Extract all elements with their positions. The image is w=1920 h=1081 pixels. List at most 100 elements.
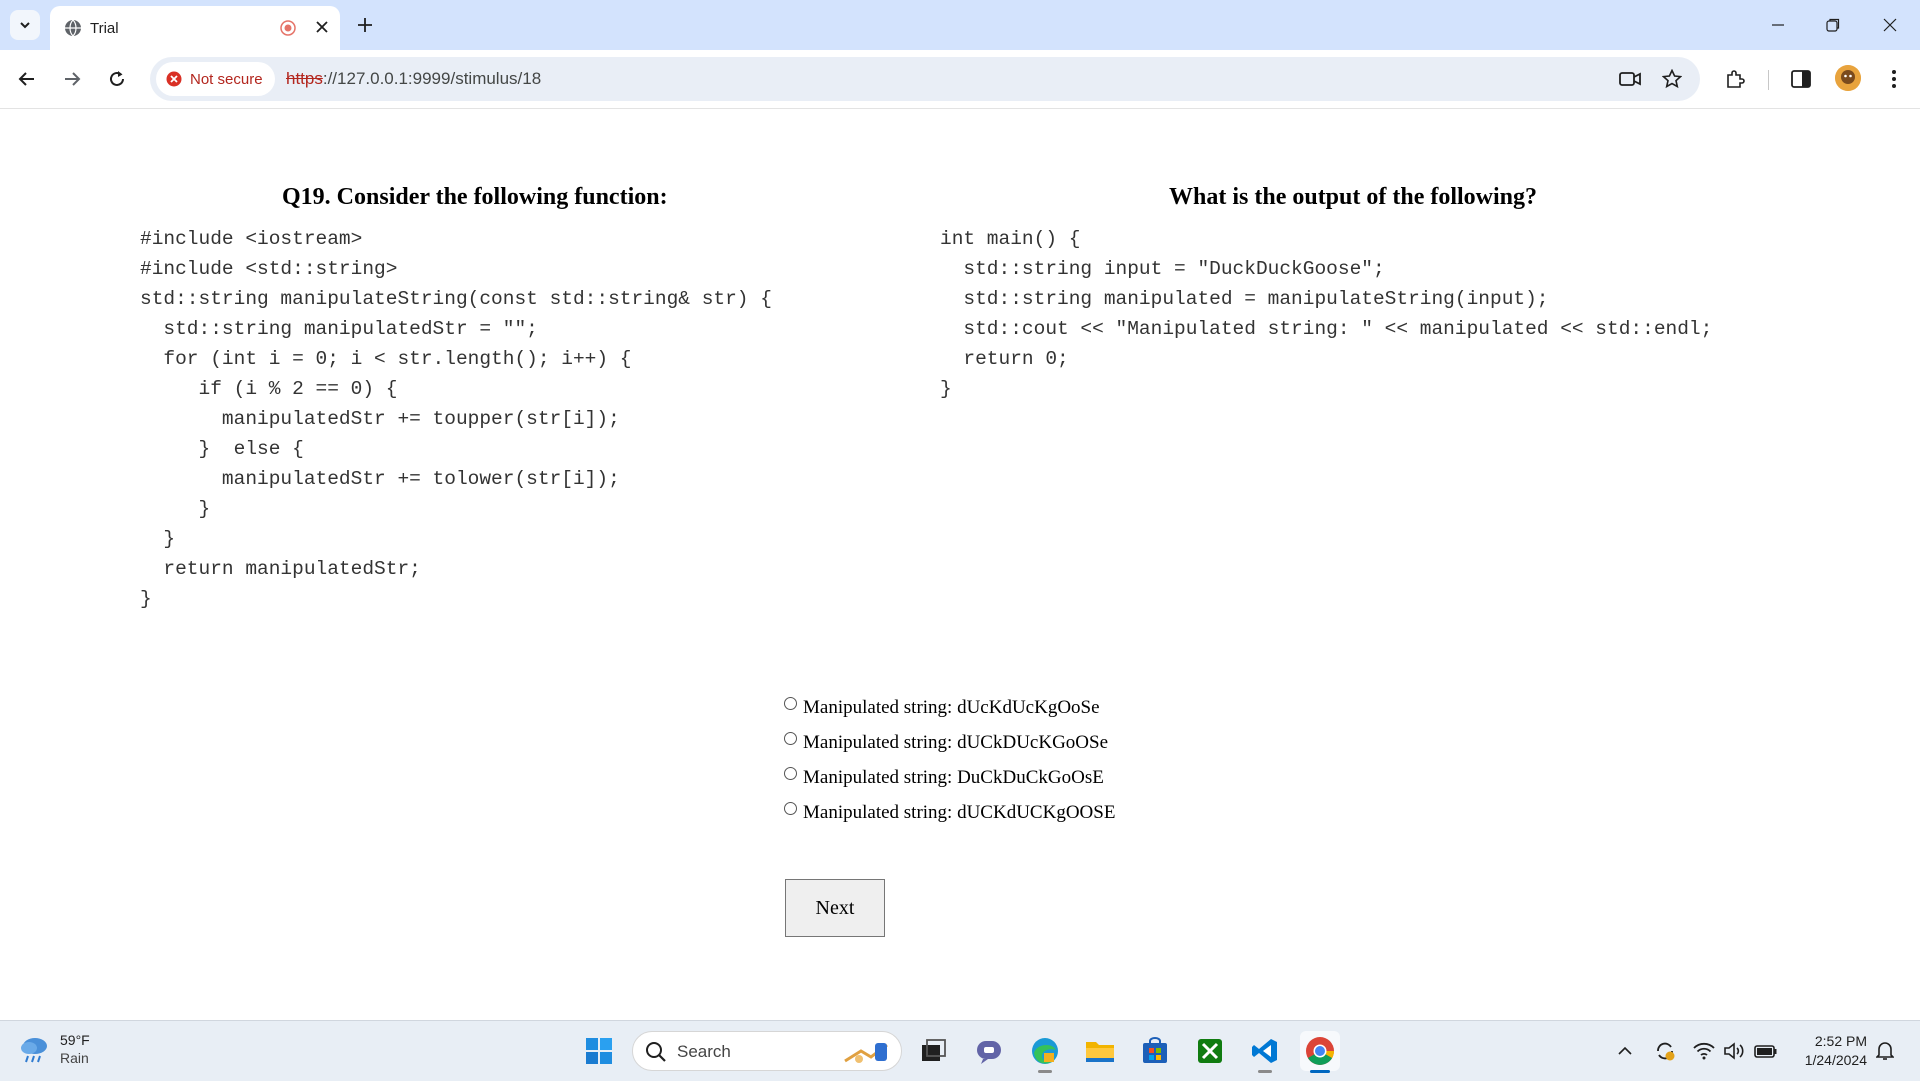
code-line: manipulatedStr += tolower(str[i]); bbox=[140, 468, 620, 490]
close-tab-button[interactable] bbox=[312, 17, 332, 37]
code-line: if (i % 2 == 0) { bbox=[140, 378, 398, 400]
option-label: Manipulated string: dUCkDUcKGoOSe bbox=[803, 731, 1109, 753]
file-explorer-button[interactable] bbox=[1080, 1031, 1120, 1071]
radio-button[interactable] bbox=[784, 802, 797, 815]
task-view-icon bbox=[922, 1039, 946, 1061]
code-line: return 0; bbox=[940, 348, 1069, 370]
store-button[interactable] bbox=[1135, 1031, 1175, 1071]
camera-icon bbox=[1619, 72, 1641, 86]
chevron-up-icon bbox=[1618, 1046, 1632, 1055]
avatar-icon bbox=[1835, 65, 1861, 91]
weather-widget[interactable]: 59°F Rain bbox=[18, 1031, 90, 1067]
show-hidden-icons-button[interactable] bbox=[1613, 1039, 1637, 1063]
chrome-button[interactable] bbox=[1300, 1031, 1340, 1073]
sync-status-button[interactable] bbox=[1653, 1039, 1677, 1063]
answer-option[interactable]: Manipulated string: dUCKdUCKgOOSE bbox=[784, 795, 1115, 830]
code-line: } bbox=[140, 588, 152, 610]
security-label: Not secure bbox=[190, 70, 263, 88]
clock-date: 1/24/2024 bbox=[1804, 1052, 1867, 1068]
vscode-icon bbox=[1252, 1039, 1277, 1063]
start-button[interactable] bbox=[579, 1031, 619, 1071]
plus-icon bbox=[358, 18, 372, 32]
tab-strip: Trial bbox=[0, 0, 1920, 50]
code-line: std::string input = "DuckDuckGoose"; bbox=[940, 258, 1385, 280]
side-panel-button[interactable] bbox=[1786, 64, 1816, 94]
answer-option[interactable]: Manipulated string: dUCkDUcKGoOSe bbox=[784, 725, 1115, 760]
browser-tab[interactable]: Trial bbox=[50, 6, 340, 50]
star-icon bbox=[1662, 69, 1682, 89]
minimize-button[interactable] bbox=[1763, 10, 1793, 40]
code-line: } bbox=[140, 498, 211, 520]
battery-button[interactable] bbox=[1754, 1039, 1778, 1063]
active-indicator bbox=[1310, 1070, 1330, 1073]
reload-button[interactable] bbox=[102, 64, 132, 94]
store-icon bbox=[1143, 1037, 1167, 1063]
network-button[interactable] bbox=[1692, 1039, 1716, 1063]
arrow-left-icon bbox=[18, 72, 34, 86]
security-chip[interactable]: Not secure bbox=[156, 62, 275, 96]
system-clock[interactable]: 2:52 PM 1/24/2024 bbox=[1795, 1032, 1867, 1070]
answer-option[interactable]: Manipulated string: dUcKdUcKgOoSe bbox=[784, 690, 1115, 725]
speaker-icon bbox=[1724, 1042, 1744, 1060]
task-view-button[interactable] bbox=[914, 1031, 954, 1071]
teams-chat-button[interactable] bbox=[969, 1031, 1009, 1071]
option-label: Manipulated string: dUCKdUCKgOOSE bbox=[803, 801, 1116, 823]
new-tab-button[interactable] bbox=[352, 12, 378, 38]
profile-avatar[interactable] bbox=[1835, 65, 1861, 91]
arrow-right-icon bbox=[65, 72, 81, 86]
restore-button[interactable] bbox=[1818, 10, 1848, 40]
weather-temperature: 59°F bbox=[60, 1032, 90, 1048]
camera-button[interactable] bbox=[1618, 67, 1642, 91]
xbox-button[interactable] bbox=[1190, 1031, 1230, 1071]
radio-button[interactable] bbox=[784, 732, 797, 745]
forward-button[interactable] bbox=[57, 64, 87, 94]
extensions-button[interactable] bbox=[1720, 64, 1750, 94]
answer-option[interactable]: Manipulated string: DuCkDuCkGoOsE bbox=[784, 760, 1115, 795]
search-highlight-icon bbox=[844, 1043, 888, 1063]
bell-icon bbox=[1876, 1042, 1894, 1060]
recording-icon bbox=[280, 20, 296, 36]
url-path: ://127.0.0.1:9999/stimulus/18 bbox=[322, 69, 542, 88]
weather-condition: Rain bbox=[60, 1050, 89, 1066]
edge-button[interactable] bbox=[1025, 1031, 1065, 1073]
taskbar-search[interactable]: Search bbox=[632, 1031, 902, 1071]
function-code-block: #include <iostream> #include <std::string… bbox=[140, 224, 772, 614]
edge-icon bbox=[1032, 1038, 1058, 1064]
option-label: Manipulated string: dUcKdUcKgOoSe bbox=[803, 696, 1100, 718]
close-icon bbox=[1883, 18, 1897, 32]
side-panel-icon bbox=[1791, 70, 1811, 88]
radio-button[interactable] bbox=[784, 767, 797, 780]
battery-icon bbox=[1754, 1045, 1777, 1058]
chevron-down-icon bbox=[20, 22, 30, 29]
close-icon bbox=[316, 21, 328, 33]
minimize-icon bbox=[1772, 24, 1784, 26]
search-placeholder: Search bbox=[677, 1042, 731, 1061]
back-button[interactable] bbox=[12, 64, 42, 94]
code-line: int main() { bbox=[940, 228, 1081, 250]
globe-icon bbox=[65, 19, 81, 37]
sync-icon bbox=[1657, 1042, 1675, 1061]
code-line: for (int i = 0; i < str.length(); i++) { bbox=[140, 348, 632, 370]
puzzle-icon bbox=[1727, 70, 1745, 88]
address-bar[interactable]: Not secure https://127.0.0.1:9999/stimul… bbox=[150, 57, 1700, 101]
main-code-block: int main() { std::string input = "DuckDu… bbox=[940, 224, 1712, 404]
chrome-menu-button[interactable] bbox=[1879, 64, 1909, 94]
close-window-button[interactable] bbox=[1875, 10, 1905, 40]
code-line: manipulatedStr += toupper(str[i]); bbox=[140, 408, 620, 430]
url-text[interactable]: https://127.0.0.1:9999/stimulus/18 bbox=[286, 69, 541, 89]
vscode-button[interactable] bbox=[1245, 1031, 1285, 1073]
search-icon bbox=[646, 1042, 666, 1062]
bookmark-button[interactable] bbox=[1660, 67, 1684, 91]
next-button[interactable]: Next bbox=[785, 879, 885, 937]
xbox-icon bbox=[1198, 1039, 1222, 1063]
running-indicator bbox=[1258, 1070, 1272, 1073]
code-line: std::string manipulated = manipulateStri… bbox=[940, 288, 1549, 310]
running-indicator bbox=[1038, 1070, 1052, 1073]
volume-button[interactable] bbox=[1722, 1039, 1746, 1063]
code-line: std::string manipulateString(const std::… bbox=[140, 288, 772, 310]
radio-button[interactable] bbox=[784, 697, 797, 710]
notifications-button[interactable] bbox=[1873, 1039, 1897, 1063]
code-line: std::cout << "Manipulated string: " << m… bbox=[940, 318, 1713, 340]
tab-search-button[interactable] bbox=[10, 10, 40, 40]
code-line: #include <iostream> bbox=[140, 228, 363, 250]
